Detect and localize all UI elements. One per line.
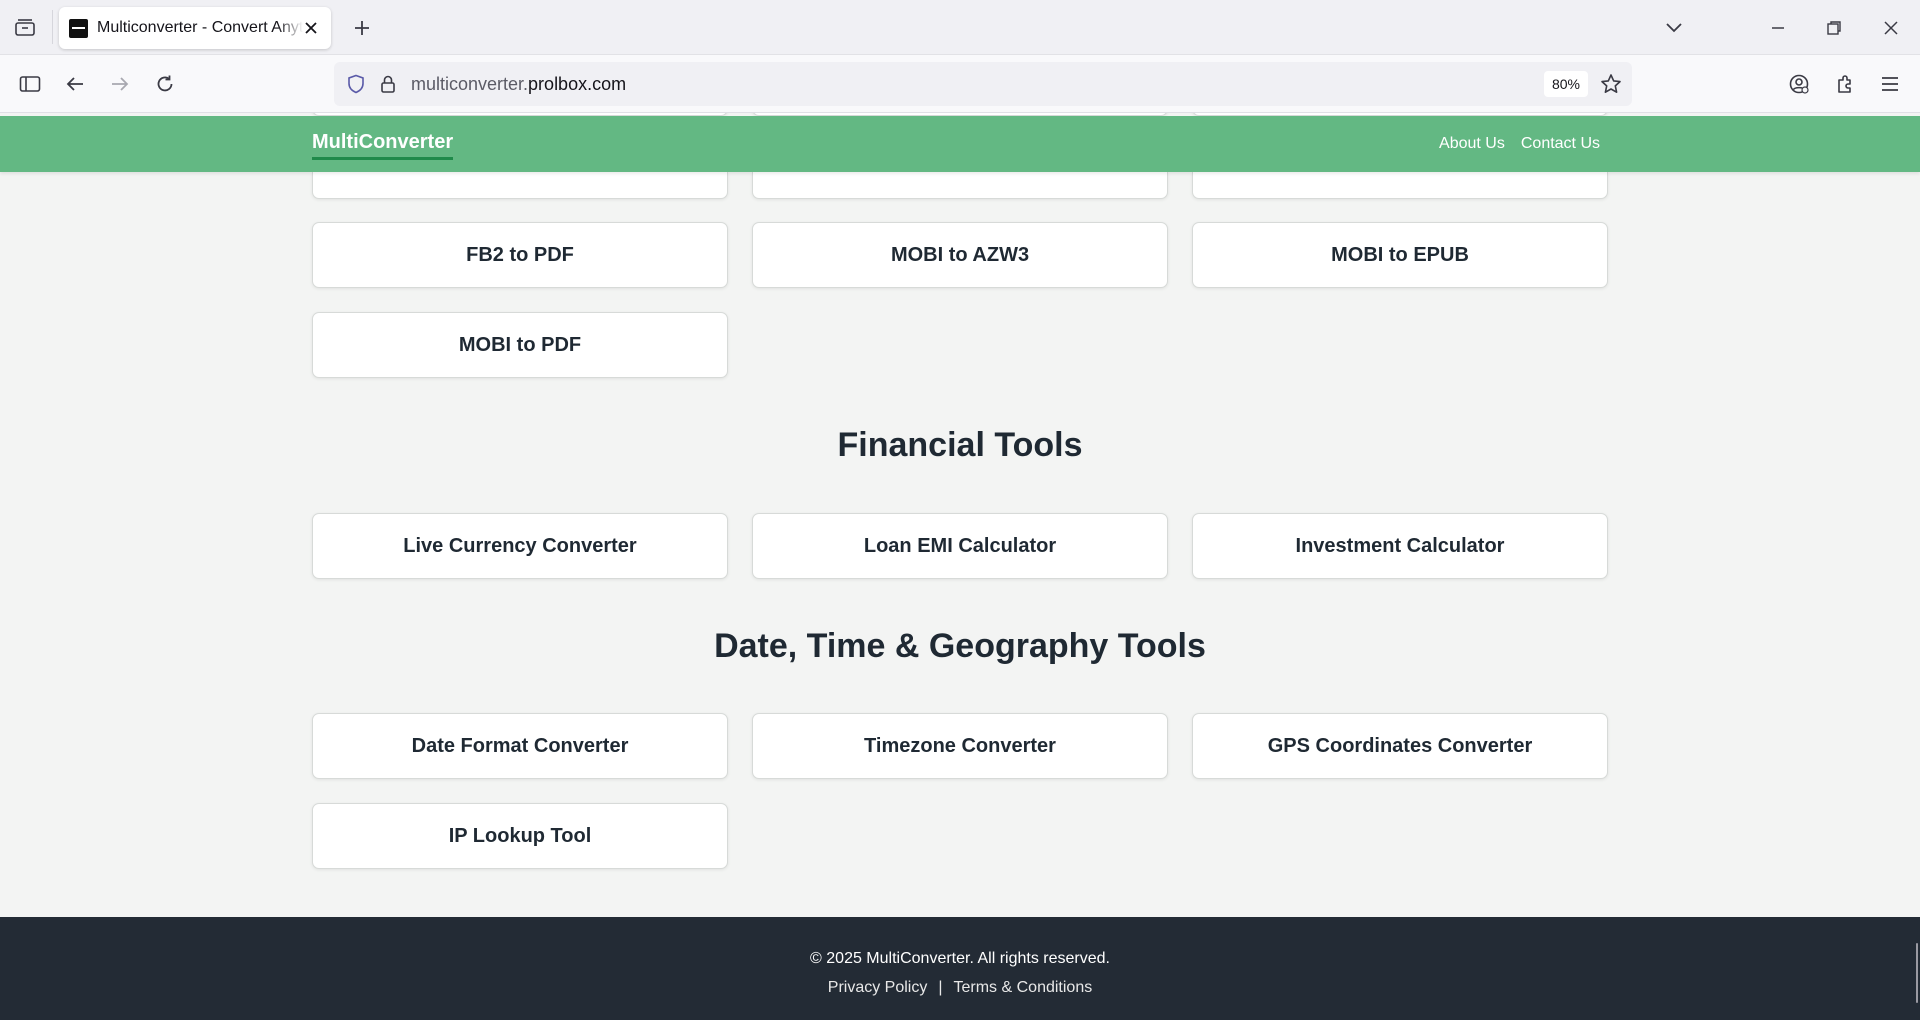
list-all-tabs-icon[interactable] — [1658, 12, 1690, 44]
tab-list-icon[interactable] — [12, 14, 38, 40]
terms-conditions-link[interactable]: Terms & Conditions — [954, 979, 1093, 996]
minimize-icon[interactable] — [1762, 12, 1794, 44]
extensions-icon[interactable] — [1828, 67, 1862, 101]
site-header: MultiConverter About Us Contact Us — [0, 116, 1920, 172]
site-logo[interactable]: MultiConverter — [312, 131, 454, 160]
restore-icon[interactable] — [1818, 12, 1850, 44]
browser-toolbar: multiconverter.prolbox.com 80% — [0, 55, 1920, 113]
tool-card-loan-emi-calculator[interactable]: Loan EMI Calculator — [752, 513, 1168, 579]
tab-separator — [52, 10, 53, 44]
back-icon[interactable] — [58, 67, 92, 101]
scrollbar-thumb[interactable] — [1916, 943, 1918, 1003]
bookmark-star-icon[interactable] — [1598, 71, 1624, 97]
tab-strip: Multiconverter - Convert Anything — [0, 0, 1920, 55]
new-tab-icon[interactable] — [348, 14, 376, 42]
footer-separator: | — [938, 979, 943, 996]
page-viewport: MultiConverter About Us Contact Us FB2 t… — [0, 113, 1920, 1020]
url-prefix: multiconverter. — [411, 74, 529, 94]
url-host: prolbox.com — [528, 74, 627, 94]
sidebar-toggle-icon[interactable] — [13, 67, 47, 101]
close-window-icon[interactable] — [1875, 12, 1907, 44]
nav-link-about-us[interactable]: About Us — [1439, 135, 1505, 153]
section-title-date-time-geography: Date, Time & Geography Tools — [714, 627, 1206, 665]
zoom-level-button[interactable]: 80% — [1544, 71, 1588, 97]
close-tab-icon[interactable] — [301, 18, 321, 38]
tab-title: Multiconverter - Convert Anything — [97, 19, 303, 36]
tool-card-date-format-converter[interactable]: Date Format Converter — [312, 713, 728, 779]
converter-card-hidden[interactable] — [312, 172, 728, 199]
converter-card-hidden[interactable] — [1192, 172, 1608, 199]
app-menu-icon[interactable] — [1873, 67, 1907, 101]
tool-card-mobi-to-pdf[interactable]: MOBI to PDF — [312, 312, 728, 378]
tool-card-mobi-to-epub[interactable]: MOBI to EPUB — [1192, 222, 1608, 288]
site-footer: © 2025 MultiConverter. All rights reserv… — [0, 917, 1920, 1020]
copyright-text: © 2025 MultiConverter. All rights reserv… — [810, 950, 1110, 967]
nav-link-contact-us[interactable]: Contact Us — [1521, 135, 1600, 153]
url-text[interactable]: multiconverter.prolbox.com — [411, 74, 626, 95]
tool-card-live-currency-converter[interactable]: Live Currency Converter — [312, 513, 728, 579]
tool-card-fb2-to-pdf[interactable]: FB2 to PDF — [312, 222, 728, 288]
address-bar[interactable]: multiconverter.prolbox.com 80% — [334, 62, 1632, 106]
reload-icon[interactable] — [148, 67, 182, 101]
tool-card-ip-lookup-tool[interactable]: IP Lookup Tool — [312, 803, 728, 869]
tool-card-gps-coordinates-converter[interactable]: GPS Coordinates Converter — [1192, 713, 1608, 779]
tool-card-timezone-converter[interactable]: Timezone Converter — [752, 713, 1168, 779]
privacy-policy-link[interactable]: Privacy Policy — [828, 979, 928, 996]
tool-card-mobi-to-azw3[interactable]: MOBI to AZW3 — [752, 222, 1168, 288]
tool-card-investment-calculator[interactable]: Investment Calculator — [1192, 513, 1608, 579]
site-favicon-icon — [69, 18, 88, 38]
account-icon[interactable] — [1782, 67, 1816, 101]
forward-icon[interactable] — [103, 67, 137, 101]
browser-tab[interactable]: Multiconverter - Convert Anything — [59, 7, 331, 49]
section-title-financial: Financial Tools — [837, 426, 1083, 464]
tracking-protection-shield-icon[interactable] — [344, 72, 368, 96]
converter-card-hidden[interactable] — [752, 172, 1168, 199]
site-nav: About Us Contact Us — [1439, 135, 1600, 153]
lock-icon[interactable] — [376, 72, 400, 96]
footer-links: Privacy Policy | Terms & Conditions — [0, 979, 1920, 997]
